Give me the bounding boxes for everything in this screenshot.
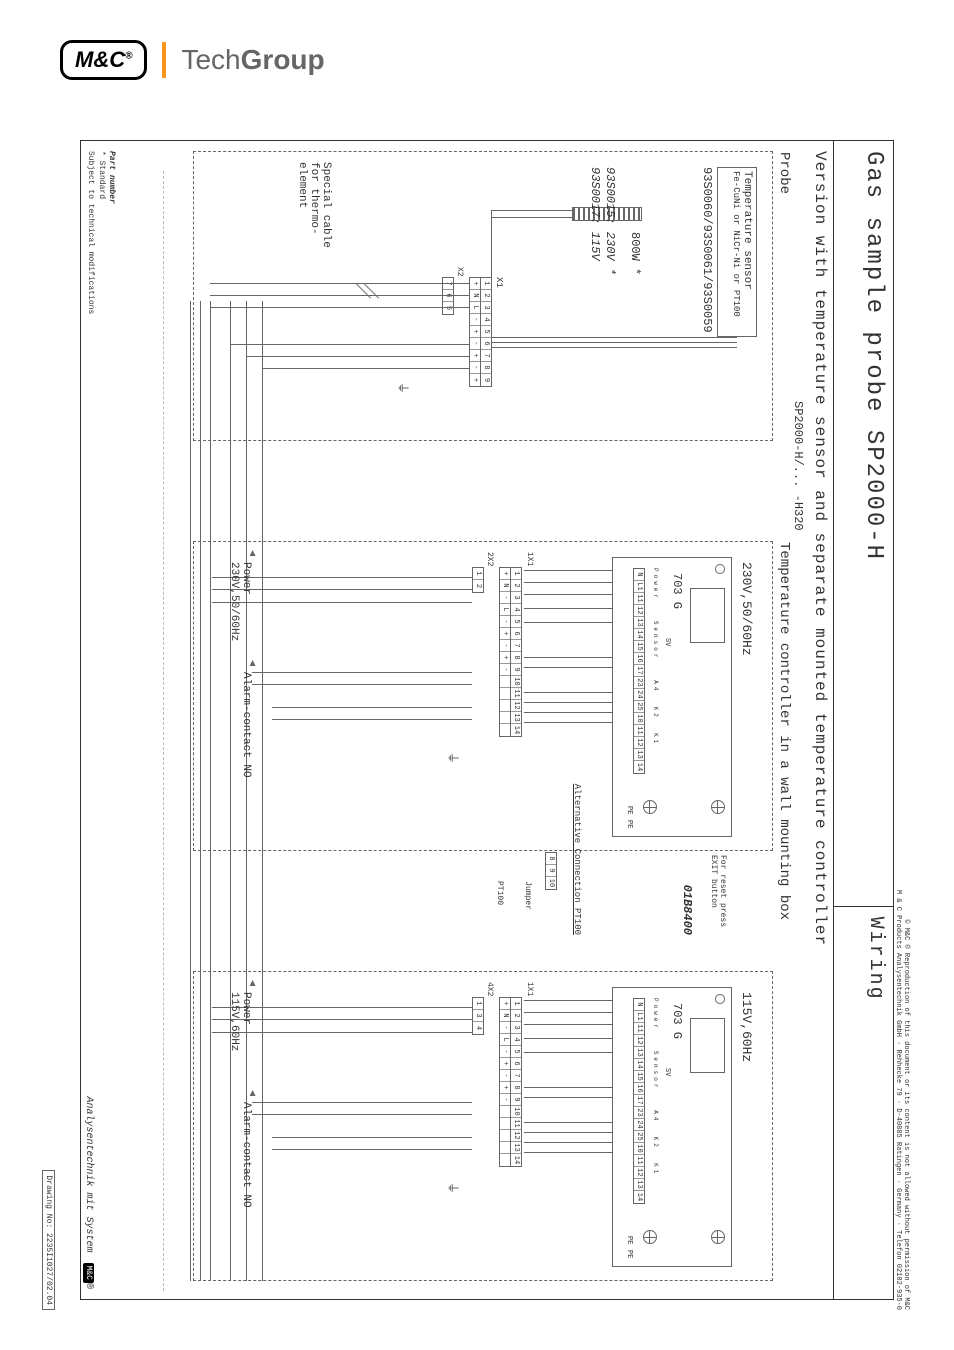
alarm-label-115: Alarm-contact NO [240,1102,252,1208]
controller-device-115: 703 G NL1111213141516172324251011121314 … [612,987,732,1267]
x1-label: X1 [494,277,504,288]
footnote-partno: Part number [106,151,116,314]
x1-strip-pins: 123456789 [480,277,492,387]
bot-x2-lbl-115: 4X2 [485,982,494,996]
controller-230v: Temperature controller in a wall mountin… [193,541,773,851]
brand-name: TechGroup [181,44,324,76]
ground-icon: ⏚ [445,1182,462,1194]
heater-part-230: 93S0015: 230V * [603,167,617,275]
controller-top-groups-115: Power Sensor A4 K2 K1 [652,998,659,1258]
voltage-115-top: 115V,60Hz [739,992,754,1062]
fan-icon [711,1230,725,1244]
variant-code: SP2000-H/... -H320 [791,401,805,531]
drawing-number: Drawing No: 2235I1027/02.04 [42,1170,55,1310]
alt-strip: 8910 [545,852,557,890]
controller-bot-x2-115: 134 [472,997,484,1035]
brand-bold: Group [241,44,325,75]
controller-model: 703 G [670,573,684,609]
alt-conn-label: Alternative Connection PT100 [572,784,582,935]
sv-label: SV [663,638,671,646]
voltage-230-top: 230V,50/60Hz [739,562,754,656]
ground-icon: ⏚ [445,752,462,764]
company-tagline: Analysentechnik mit System M&C® [83,1097,94,1289]
copyright-line-1: © M&C ® Reproduction of this document or… [902,890,910,1310]
ground-symbol: ⏚ [395,382,412,394]
mc-badge: M&C [83,1263,94,1283]
controller-bot-x1-115: 1234567891011121314 [510,997,522,1167]
heater-part-115: 93S0017: 115V [588,167,602,261]
controller-top-strip-230: NL1111213141516172324251011121314 [633,568,645,774]
logo-text: M&C [75,47,125,72]
pe-label-3: PE [625,1236,633,1244]
pe-label-2: PE [625,820,633,828]
controller-115v: 115V,60Hz 703 G NL1111213141516172324251… [193,971,773,1281]
controller-partno: 01B8400 [680,885,694,935]
footnotes: Part number * Standard Subject to techni… [85,151,116,314]
power-label-115: Power 115V,60Hz [228,992,252,1051]
alarm-label-230: Alarm-contact NO [240,672,252,778]
pt100-label: PT100 [495,881,504,905]
x1-strip-sym: +NL-+-+-+ [469,277,481,387]
centerline [163,171,164,1291]
temp-sensor-types: Fe-CuNi or NiCr-Ni or PT100 [731,171,741,333]
bot-x1-lbl-115: 1X1 [525,982,534,996]
temp-sensor-box: Temperature sensor Fe-CuNi or NiCr-Ni or… [717,167,757,337]
pe-label-1: PE [625,806,633,814]
controller-bot-sym-230: +N-L-+-+- [499,567,511,737]
pe-label-4: PE [625,1250,633,1258]
temp-sensor-label: Temperature sensor [741,171,753,333]
heater-power: 800W * [628,232,642,275]
copyright-line-2: M & C Products Analysentechnik GmbH · Re… [893,890,901,1310]
probe-section: Probe Temperature sensor Fe-CuNi or NiCr… [193,151,773,441]
x2-label: X2 [455,267,464,277]
jumper-label: Jumper [523,881,532,910]
pot-icon [715,994,725,1004]
brand-light: Tech [181,44,240,75]
controller-bot-sym-115: +N-L-+-+- [499,997,511,1167]
main-title: Gas sample probe SP2000-H [834,141,893,906]
drawing-frame: Gas sample probe SP2000-H Wiring Version… [80,140,894,1300]
subtitle: Version with temperature sensor and sepa… [811,151,829,946]
bot-x1-lbl: 1X1 [525,552,534,566]
controller-model-115: 703 G [670,1003,684,1039]
fan-icon [711,800,725,814]
sv-label: SV [663,1068,671,1076]
secondary-title: Wiring [834,906,893,1299]
reset-note: For reset press EXIT button [709,855,727,930]
controller-device-230: 703 G NL1111213141516172324251011121314 … [612,557,732,837]
pot-icon [715,564,725,574]
temp-sensor-partnos: 93S0060/93S0061/93S0059 [700,167,714,333]
title-row: Gas sample probe SP2000-H Wiring [833,141,893,1299]
page-header: M&C® TechGroup [0,0,954,100]
controller-bot-x2-230: 12 [472,567,484,593]
footnote-mod: Subject to technical modifications [85,151,95,314]
mc-logo: M&C® [60,40,147,80]
logo-reg: ® [125,51,132,62]
controller-top-groups: Power Sensor A4 K2 K1 [652,568,659,828]
bot-x2-lbl: 2X2 [485,552,494,566]
logo-separator [162,42,166,78]
controller-label: Temperature controller in a wall mountin… [776,542,792,1242]
controller-bot-x1-230: 1234567891011121314 [510,567,522,737]
controller-display [690,1018,725,1073]
controller-display [690,588,725,643]
controller-top-strip-115: NL1111213141516172324251011121314 [633,998,645,1204]
probe-label: Probe [776,152,792,194]
copyright-block: © M&C ® Reproduction of this document or… [893,890,910,1310]
power-label-230: Power 230V,50/60Hz [228,562,252,641]
footnote-std: * Standard [95,151,105,314]
wiring-drawing: © M&C ® Reproduction of this document or… [40,120,914,1320]
thermo-cable-label: Special cable for thermo-element [296,162,332,272]
